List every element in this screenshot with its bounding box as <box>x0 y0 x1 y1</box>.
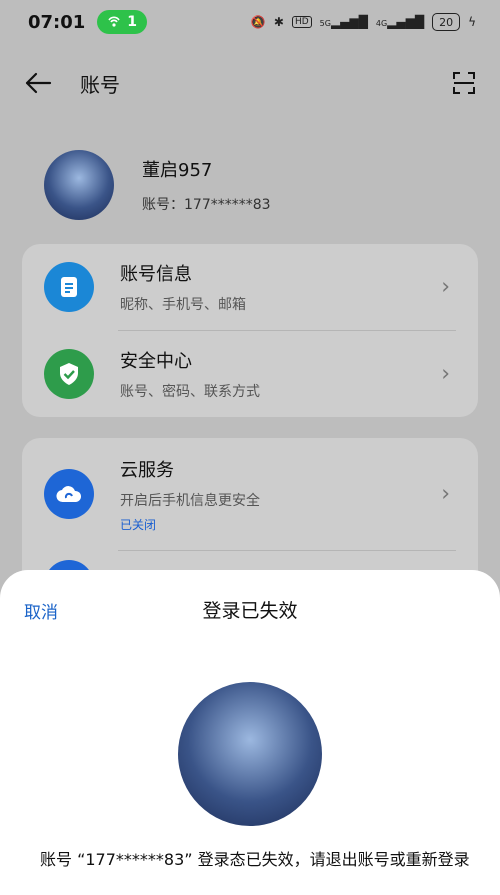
sheet-title: 登录已失效 <box>202 600 298 622</box>
settings-item-title: 账号信息 <box>120 264 192 285</box>
status-bar: 07:01 1 🔕 ✱ HD 5G▂▄▆█ 4G▂▄▆█ 20 ϟ <box>0 0 500 44</box>
mute-icon: 🔕 <box>250 15 266 29</box>
document-icon <box>44 262 94 312</box>
chevron-right-icon: › <box>441 481 450 507</box>
settings-item-status: 已关闭 <box>120 517 157 532</box>
cloud-icon <box>44 469 94 519</box>
settings-item-subtitle: 账号、密码、联系方式 <box>120 384 260 400</box>
signal-5g-icon: 5G▂▄▆█ <box>319 15 368 29</box>
profile-account: 账号：177******83 <box>142 197 271 213</box>
page-title: 账号 <box>80 72 120 97</box>
settings-item-account-info[interactable]: 账号信息 昵称、手机号、邮箱 › <box>22 244 478 330</box>
status-icons: 🔕 ✱ HD 5G▂▄▆█ 4G▂▄▆█ 20 ϟ <box>251 13 476 31</box>
settings-item-security-center[interactable]: 安全中心 账号、密码、联系方式 › <box>22 331 478 417</box>
hotspot-badge[interactable]: 1 <box>97 10 148 34</box>
hotspot-count: 1 <box>127 14 138 30</box>
profile-name: 董启957 <box>142 160 213 181</box>
app-bar: 账号 <box>0 58 500 108</box>
divider <box>118 550 456 551</box>
charging-icon: ϟ <box>468 15 476 29</box>
settings-item-title: 安全中心 <box>120 351 192 372</box>
battery-icon: 20 <box>432 13 461 31</box>
settings-item-cloud-service[interactable]: 云服务 开启后手机信息更安全 已关闭 › <box>22 438 478 550</box>
cloud-service-card: 云服务 开启后手机信息更安全 已关闭 › <box>22 438 478 610</box>
bluetooth-icon: ✱ <box>273 15 284 29</box>
avatar[interactable] <box>44 150 114 220</box>
profile-header[interactable]: 董启957 账号：177******83 <box>44 150 271 220</box>
clock: 07:01 <box>28 11 86 33</box>
chevron-right-icon: › <box>441 361 450 387</box>
account-settings-card: 账号信息 昵称、手机号、邮箱 › 安全中心 账号、密码、联系方式 › <box>22 244 478 417</box>
sheet-message: 账号 “177******83” 登录态已失效，请退出账号或重新登录 <box>40 850 470 869</box>
hotspot-icon <box>108 16 120 27</box>
hd-icon: HD <box>291 16 312 28</box>
chevron-right-icon: › <box>441 274 450 300</box>
settings-item-subtitle: 昵称、手机号、邮箱 <box>120 297 246 313</box>
scan-icon[interactable] <box>452 71 476 95</box>
sheet-avatar <box>178 682 322 826</box>
login-expired-sheet: 取消 登录已失效 账号 “177******83” 登录态已失效，请退出账号或重… <box>0 570 500 895</box>
settings-item-subtitle: 开启后手机信息更安全 <box>120 492 260 509</box>
settings-item-title: 云服务 <box>120 459 174 481</box>
back-arrow-icon[interactable] <box>24 72 52 94</box>
signal-4g-icon: 4G▂▄▆█ <box>375 15 425 29</box>
shield-check-icon <box>44 349 94 399</box>
